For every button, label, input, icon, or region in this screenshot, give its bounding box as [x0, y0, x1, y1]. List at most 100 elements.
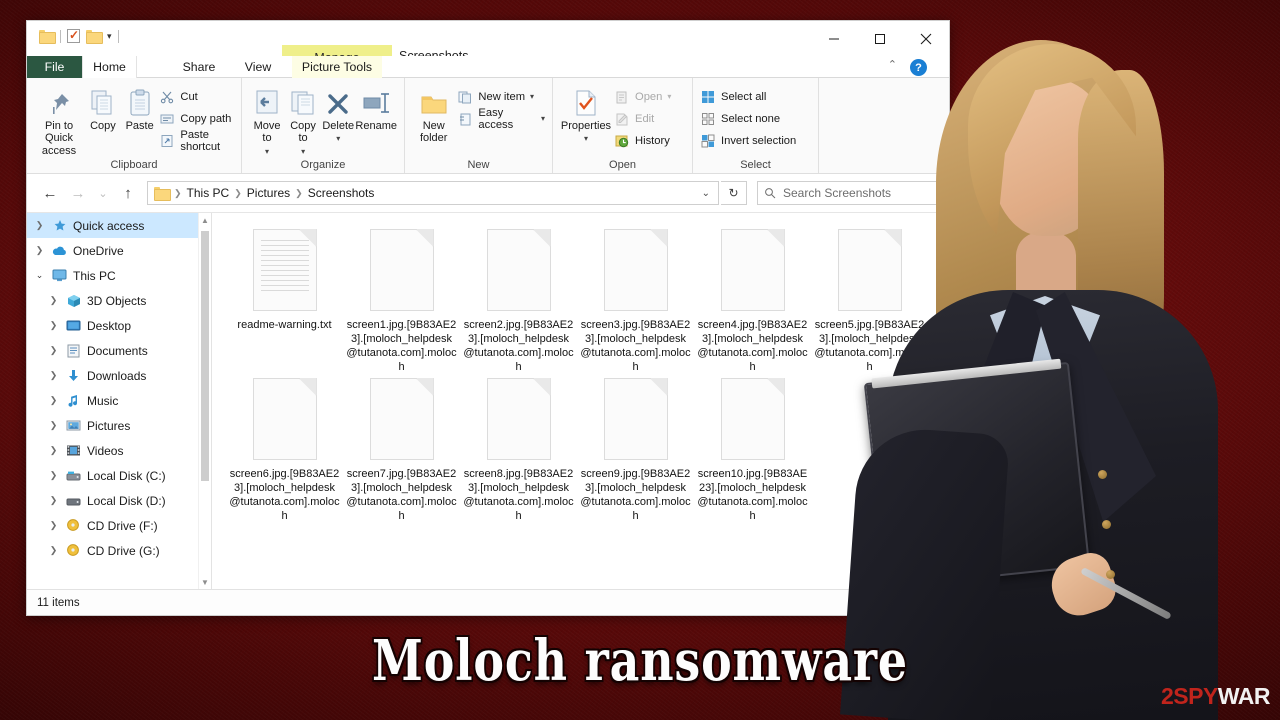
list-item[interactable]: screen6.jpg.[9B83AE23].[moloch_helpdesk@…: [226, 374, 343, 523]
sidebar-item-videos[interactable]: ❯ Videos: [27, 438, 198, 463]
select-none-button[interactable]: Select none: [700, 109, 796, 128]
cut-button[interactable]: Cut: [159, 87, 234, 106]
file-thumbnail: [720, 378, 785, 460]
chevron-down-icon[interactable]: ▾: [584, 134, 588, 144]
file-name: screen10.jpg.[9B83AE23].[moloch_helpdesk…: [697, 468, 808, 522]
paste-button[interactable]: Paste: [122, 84, 157, 132]
sidebar-item-cd-drive-f[interactable]: ❯ CD Drive (F:): [27, 513, 198, 538]
chevron-right-icon[interactable]: ❯: [47, 545, 60, 556]
back-button[interactable]: ←: [37, 180, 63, 206]
list-item[interactable]: screen4.jpg.[9B83AE23].[moloch_helpdesk@…: [694, 225, 811, 374]
list-item[interactable]: screen10.jpg.[9B83AE23].[moloch_helpdesk…: [694, 374, 811, 523]
refresh-button[interactable]: ↻: [721, 181, 747, 205]
list-item[interactable]: screen9.jpg.[9B83AE23].[moloch_helpdesk@…: [577, 374, 694, 523]
history-icon: [614, 133, 630, 149]
chevron-right-icon[interactable]: ❯: [47, 395, 60, 406]
tab-share[interactable]: Share: [173, 56, 225, 78]
sidebar-item-this-pc[interactable]: ⌄ This PC: [27, 263, 198, 288]
sidebar-item-music[interactable]: ❯ Music: [27, 388, 198, 413]
chevron-right-icon[interactable]: ❯: [47, 495, 60, 506]
chevron-right-icon[interactable]: ❯: [33, 245, 46, 256]
chevron-right-icon[interactable]: ❯: [33, 220, 46, 231]
chevron-down-icon[interactable]: ▾: [667, 92, 671, 101]
chevron-down-icon[interactable]: ▾: [336, 134, 340, 144]
ribbon-group-organize: Move to ▾ Copy to ▾ Delete ▾ Rename Orga…: [242, 78, 405, 173]
select-all-button[interactable]: Select all: [700, 87, 796, 106]
breadcrumb-this-pc[interactable]: This PC: [187, 186, 230, 200]
easy-access-icon: [457, 111, 473, 127]
easy-access-button[interactable]: Easy access ▾: [457, 107, 545, 131]
tab-view[interactable]: View: [235, 56, 281, 78]
sidebar-item-desktop[interactable]: ❯ Desktop: [27, 313, 198, 338]
chevron-right-icon[interactable]: ❯: [47, 295, 60, 306]
new-item-button[interactable]: New item ▾: [457, 87, 545, 106]
scroll-down-button[interactable]: ▼: [199, 575, 211, 589]
chevron-down-icon[interactable]: ▾: [265, 147, 269, 157]
properties-icon[interactable]: [67, 28, 80, 43]
tab-picture-tools[interactable]: Picture Tools: [292, 56, 382, 78]
invert-selection-button[interactable]: Invert selection: [700, 131, 796, 150]
chevron-down-icon[interactable]: ▾: [541, 114, 545, 123]
chevron-down-icon[interactable]: ▾: [530, 92, 534, 101]
tab-home[interactable]: Home: [82, 56, 137, 78]
chevron-right-icon[interactable]: ❯: [47, 420, 60, 431]
rename-button[interactable]: Rename: [355, 84, 397, 132]
recent-locations-button[interactable]: ⌄: [93, 180, 113, 206]
breadcrumb-separator[interactable]: ❯: [295, 188, 303, 199]
chevron-down-icon[interactable]: ⌄: [33, 270, 46, 281]
list-item[interactable]: screen1.jpg.[9B83AE23].[moloch_helpdesk@…: [343, 225, 460, 374]
delete-button[interactable]: Delete ▾: [321, 84, 355, 144]
properties-button[interactable]: Properties ▾: [560, 84, 612, 144]
history-button[interactable]: History: [614, 131, 671, 150]
new-folder-button[interactable]: New folder: [412, 84, 455, 145]
sidebar-item-cd-drive-g[interactable]: ❯ CD Drive (G:): [27, 538, 198, 563]
open-button[interactable]: Open ▾: [614, 87, 671, 106]
sidebar-item-documents[interactable]: ❯ Documents: [27, 338, 198, 363]
sidebar-item-3d-objects[interactable]: ❯ 3D Objects: [27, 288, 198, 313]
move-to-button[interactable]: Move to ▾: [249, 84, 285, 157]
stock-photo-woman: [840, 0, 1280, 720]
chevron-down-icon[interactable]: ⌄: [702, 188, 714, 199]
chevron-right-icon[interactable]: ❯: [47, 320, 60, 331]
sidebar-item-downloads[interactable]: ❯ Downloads: [27, 363, 198, 388]
copy-button[interactable]: Copy: [86, 84, 120, 132]
chevron-down-icon[interactable]: ▾: [107, 31, 112, 42]
folder-icon[interactable]: [39, 30, 56, 44]
scrollbar-thumb[interactable]: [201, 231, 209, 481]
list-item[interactable]: screen8.jpg.[9B83AE23].[moloch_helpdesk@…: [460, 374, 577, 523]
list-item[interactable]: readme-warning.txt: [226, 225, 343, 374]
forward-button[interactable]: →: [65, 180, 91, 206]
address-bar[interactable]: ❯ This PC ❯ Pictures ❯ Screenshots ⌄: [147, 181, 719, 205]
sidebar-item-local-disk-c[interactable]: ❯ Local Disk (C:): [27, 463, 198, 488]
breadcrumb-screenshots[interactable]: Screenshots: [308, 186, 375, 200]
chevron-right-icon[interactable]: ❯: [47, 370, 60, 381]
list-item[interactable]: screen2.jpg.[9B83AE23].[moloch_helpdesk@…: [460, 225, 577, 374]
breadcrumb-pictures[interactable]: Pictures: [247, 186, 290, 200]
up-button[interactable]: ↑: [115, 180, 141, 206]
hard-disk-icon: [65, 493, 82, 509]
sidebar-item-local-disk-d[interactable]: ❯ Local Disk (D:): [27, 488, 198, 513]
chevron-right-icon[interactable]: ❯: [47, 445, 60, 456]
copy-to-button[interactable]: Copy to ▾: [285, 84, 321, 157]
new-folder-icon[interactable]: [86, 30, 103, 44]
sidebar-item-onedrive[interactable]: ❯ OneDrive: [27, 238, 198, 263]
breadcrumb-separator[interactable]: ❯: [234, 188, 242, 199]
file-name: screen1.jpg.[9B83AE23].[moloch_helpdesk@…: [346, 319, 457, 373]
navigation-scrollbar[interactable]: ▲ ▼: [198, 213, 211, 589]
edit-button[interactable]: Edit: [614, 109, 671, 128]
file-list-view[interactable]: readme-warning.txt screen1.jpg.[9B83AE23…: [212, 213, 949, 589]
chevron-right-icon[interactable]: ❯: [47, 520, 60, 531]
list-item[interactable]: screen3.jpg.[9B83AE23].[moloch_helpdesk@…: [577, 225, 694, 374]
paste-shortcut-button[interactable]: Paste shortcut: [159, 129, 234, 153]
clipboard-small-commands: Cut Copy path Paste shortcut: [159, 84, 234, 153]
chevron-right-icon[interactable]: ❯: [47, 345, 60, 356]
pin-to-quick-access-button[interactable]: Pin to Quick access: [34, 84, 84, 157]
chevron-down-icon[interactable]: ▾: [301, 147, 305, 157]
list-item[interactable]: screen7.jpg.[9B83AE23].[moloch_helpdesk@…: [343, 374, 460, 523]
copy-path-button[interactable]: Copy path: [159, 109, 234, 128]
chevron-right-icon[interactable]: ❯: [47, 470, 60, 481]
tab-file[interactable]: File: [27, 56, 82, 78]
sidebar-item-quick-access[interactable]: ❯ Quick access: [27, 213, 198, 238]
scroll-up-button[interactable]: ▲: [199, 213, 211, 227]
sidebar-item-pictures[interactable]: ❯ Pictures: [27, 413, 198, 438]
